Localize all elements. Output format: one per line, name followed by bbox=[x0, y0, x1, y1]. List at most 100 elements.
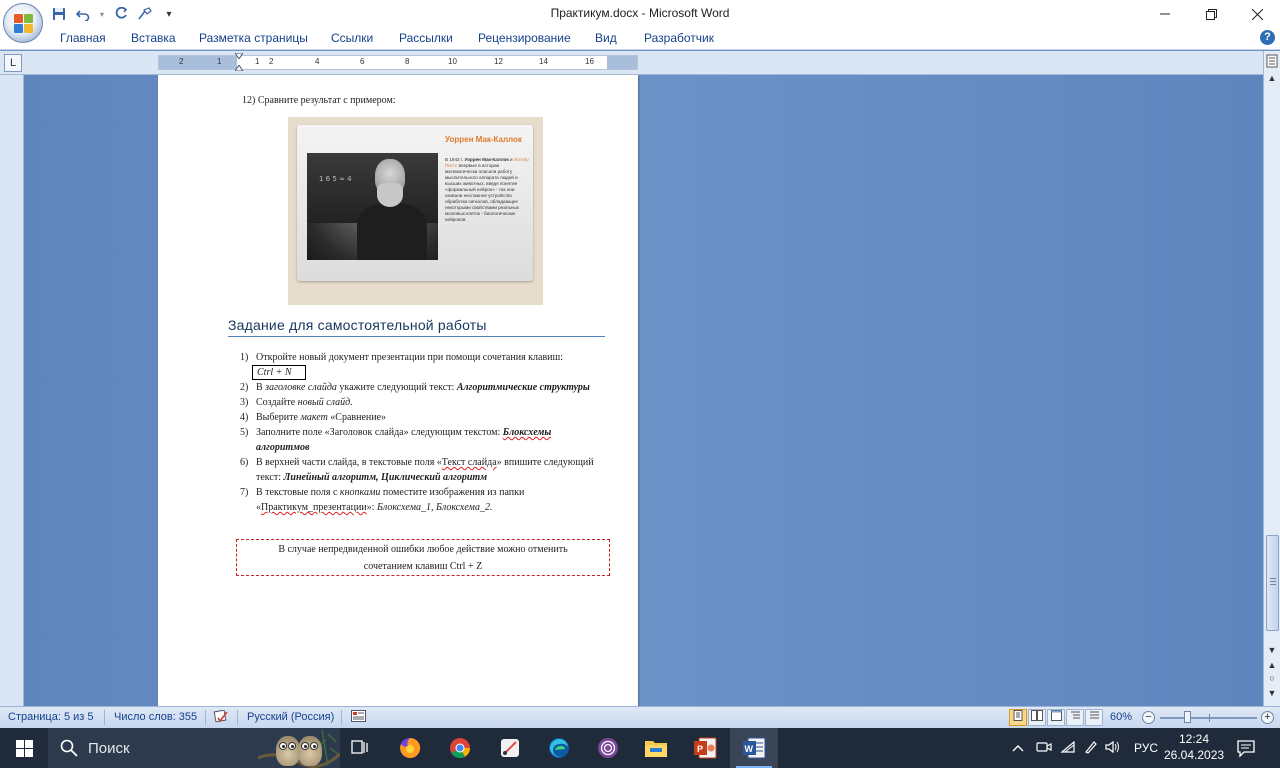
minimize-button[interactable] bbox=[1142, 0, 1188, 28]
list-item: 6) В верхней части слайда, в текстовые п… bbox=[240, 455, 600, 485]
vertical-scrollbar[interactable]: ▲ ▼ ▲ ○ ▼ bbox=[1263, 51, 1280, 706]
taskbar-clock[interactable]: 12:24 26.04.2023 bbox=[1164, 731, 1224, 763]
tab-developer[interactable]: Разработчик bbox=[644, 31, 714, 45]
outline-view-button[interactable] bbox=[1066, 709, 1084, 726]
list-number: 1) bbox=[240, 352, 249, 363]
status-bar: Страница: 5 из 5 Число слов: 355 Русский… bbox=[0, 706, 1280, 728]
ruler-number: 16 bbox=[585, 57, 594, 66]
ribbon-tabs: Главная Вставка Разметка страницы Ссылки… bbox=[0, 28, 1280, 50]
list-text-bold-italic: Блоксхемы bbox=[502, 427, 552, 438]
tab-mailings[interactable]: Рассылки bbox=[399, 31, 453, 45]
windows-taskbar: Поиск P W РУС 12:24 26.04.2023 bbox=[0, 728, 1280, 768]
tab-page-layout[interactable]: Разметка страницы bbox=[199, 31, 308, 45]
view-buttons bbox=[1009, 709, 1103, 726]
zoom-out-button[interactable]: − bbox=[1142, 711, 1155, 724]
snipping-tool-icon[interactable] bbox=[486, 728, 534, 768]
web-layout-view-button[interactable] bbox=[1047, 709, 1065, 726]
list-item: 2) В заголовке слайда укажите следующий … bbox=[240, 380, 600, 395]
section-heading: Задание для самостоятельной работы bbox=[228, 317, 605, 337]
ruler-number: 2 bbox=[179, 57, 184, 66]
example-slide-image[interactable]: 1 6 5 ≈ 4 Уоррен Мак-Каллок В 1943 г. Уо… bbox=[288, 117, 543, 305]
help-icon[interactable]: ? bbox=[1260, 30, 1275, 45]
chrome-icon[interactable] bbox=[436, 728, 484, 768]
portrait-beard bbox=[377, 183, 403, 207]
tor-browser-icon[interactable] bbox=[584, 728, 632, 768]
list-text-bold-italic: Линейный алгоритм, Циклический алгоритм bbox=[283, 472, 488, 483]
scroll-down-icon[interactable]: ▼ bbox=[1266, 645, 1278, 655]
step-12-text: 12) Сравните результат с примером: bbox=[242, 95, 396, 106]
window-controls bbox=[1142, 0, 1280, 28]
ruler-number: 8 bbox=[405, 57, 410, 66]
zoom-slider-thumb[interactable] bbox=[1183, 711, 1191, 723]
page-count[interactable]: Страница: 5 из 5 bbox=[8, 711, 94, 723]
task-view-icon[interactable] bbox=[336, 728, 384, 768]
first-line-indent-icon[interactable] bbox=[235, 53, 243, 59]
full-screen-reading-view-button[interactable] bbox=[1028, 709, 1046, 726]
pen-icon[interactable] bbox=[1080, 740, 1102, 757]
tab-view[interactable]: Вид bbox=[595, 31, 617, 45]
system-tray: РУС bbox=[1008, 728, 1158, 768]
spelling-check-icon[interactable] bbox=[213, 709, 229, 726]
word-count[interactable]: Число слов: 355 bbox=[114, 711, 197, 723]
volume-icon[interactable] bbox=[1102, 740, 1124, 757]
macro-record-icon[interactable] bbox=[350, 710, 366, 726]
draft-view-button[interactable] bbox=[1085, 709, 1103, 726]
file-explorer-icon[interactable] bbox=[632, 728, 680, 768]
office-button[interactable] bbox=[3, 3, 43, 43]
list-text-italic: макет bbox=[300, 412, 328, 423]
list-text: Откройте новый документ презентации при … bbox=[256, 352, 564, 363]
powerpoint-icon[interactable]: P bbox=[681, 728, 729, 768]
list-text: укажите следующий текст: bbox=[336, 382, 457, 393]
meet-now-icon[interactable] bbox=[1032, 740, 1056, 757]
tab-references[interactable]: Ссылки bbox=[331, 31, 373, 45]
zoom-in-button[interactable]: + bbox=[1261, 711, 1274, 724]
word-icon[interactable]: W bbox=[730, 728, 778, 768]
document-page[interactable]: 12) Сравните результат с примером: 1 6 5… bbox=[158, 75, 638, 706]
list-text: В текстовые поля с bbox=[256, 487, 340, 498]
select-browse-object-icon[interactable]: ○ bbox=[1266, 672, 1278, 684]
clock-time: 12:24 bbox=[1178, 732, 1210, 746]
input-language-indicator[interactable]: РУС bbox=[1134, 741, 1158, 755]
ruler-number: 1 bbox=[255, 57, 260, 66]
network-icon[interactable] bbox=[1056, 740, 1080, 757]
horizontal-ruler[interactable]: 2 1 1 2 4 6 8 10 12 14 16 bbox=[158, 53, 638, 71]
maximize-button[interactable] bbox=[1188, 0, 1234, 28]
list-text-italic: новый слайд. bbox=[297, 397, 353, 408]
notifications-icon[interactable] bbox=[1236, 738, 1256, 758]
edge-icon[interactable] bbox=[535, 728, 583, 768]
next-page-icon[interactable]: ▼ bbox=[1266, 687, 1278, 699]
zoom-level[interactable]: 60% bbox=[1110, 711, 1132, 723]
list-number: 7) bbox=[240, 487, 249, 498]
list-text: «Сравнение» bbox=[327, 412, 387, 423]
language-indicator[interactable]: Русский (Россия) bbox=[247, 711, 334, 723]
scroll-up-icon[interactable]: ▲ bbox=[1266, 73, 1278, 83]
list-text-bold-italic: алгоритмов bbox=[256, 442, 310, 453]
tab-insert[interactable]: Вставка bbox=[131, 31, 176, 45]
firefox-icon[interactable] bbox=[386, 728, 434, 768]
list-item: 3) Создайте новый слайд. bbox=[240, 395, 600, 410]
office-logo-icon bbox=[14, 14, 34, 34]
print-layout-view-button[interactable] bbox=[1009, 709, 1027, 726]
tab-stop-selector[interactable]: L bbox=[4, 54, 22, 72]
chalkboard-writing: 1 6 5 ≈ 4 bbox=[319, 175, 352, 183]
slide-title: Уоррен Мак-Каллок bbox=[445, 135, 522, 144]
hanging-indent-icon[interactable] bbox=[235, 65, 243, 71]
tab-review[interactable]: Рецензирование bbox=[478, 31, 571, 45]
list-text-italic: заголовке слайда bbox=[265, 382, 337, 393]
slide-preview: 1 6 5 ≈ 4 Уоррен Мак-Каллок В 1943 г. Уо… bbox=[297, 125, 533, 281]
ruler-bar: L 2 1 1 2 4 6 8 10 12 14 16 bbox=[0, 51, 1280, 75]
list-item: 1) Откройте новый документ презентации п… bbox=[240, 350, 600, 380]
previous-page-icon[interactable]: ▲ bbox=[1266, 659, 1278, 671]
close-button[interactable] bbox=[1234, 0, 1280, 28]
list-number: 3) bbox=[240, 397, 249, 408]
scroll-thumb[interactable] bbox=[1266, 535, 1279, 631]
view-ruler-icon[interactable] bbox=[1265, 54, 1279, 70]
shortcut-box: Ctrl + N bbox=[252, 365, 306, 380]
start-button[interactable] bbox=[0, 728, 48, 768]
ruler-number: 6 bbox=[360, 57, 365, 66]
tab-home[interactable]: Главная bbox=[60, 31, 106, 45]
search-highlight-owls-image bbox=[258, 728, 340, 768]
list-text: Создайте bbox=[256, 397, 298, 408]
list-number: 6) bbox=[240, 457, 249, 468]
show-hidden-icons-icon[interactable] bbox=[1008, 741, 1028, 755]
